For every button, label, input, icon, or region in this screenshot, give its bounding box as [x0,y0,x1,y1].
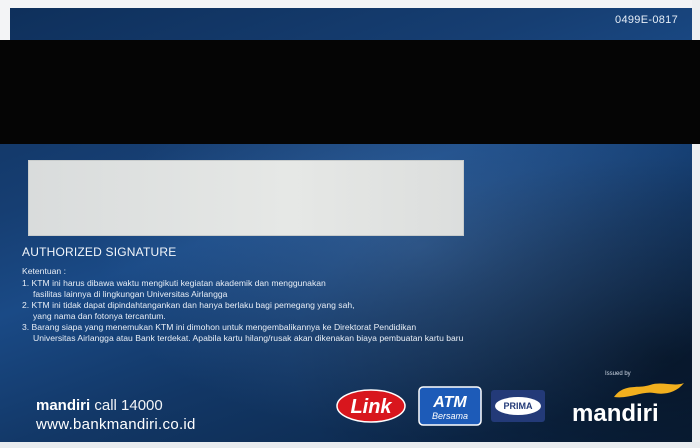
bank-url: www.bankmandiri.co.id [36,416,196,433]
terms-line: fasilitas lainnya di lingkungan Universi… [33,289,228,299]
bank-call-number: call 14000 [94,397,163,414]
card-back: 0499E-0817 AUTHORIZED SIGNATURE Ketentua… [0,0,700,448]
atm-bersama-logo: ATM Bersama [418,386,482,426]
card-code: 0499E-0817 [615,14,678,26]
terms-line: 1. KTM ini harus dibawa waktu mengikuti … [22,278,326,288]
prima-logo-text: PRIMA [504,401,534,411]
mandiri-logo: mandiri [572,383,684,427]
signature-label: AUTHORIZED SIGNATURE [22,245,177,259]
prima-logo: PRIMA [491,390,545,422]
link-logo-text: Link [350,396,392,418]
terms-line: 2. KTM ini tidak dapat dipindahtangankan… [22,300,355,310]
top-edge [0,0,700,8]
mandiri-logo-text: mandiri [572,400,659,427]
bottom-edge [0,442,700,448]
atm-logo-top-text: ATM [432,394,467,411]
bank-contact: mandiri call 14000 [36,397,163,414]
terms-line: yang nama dan fotonya tercantum. [33,311,166,321]
magnetic-stripe [0,40,700,144]
terms-heading: Ketentuan : [22,266,66,276]
terms-line: 3. Barang siapa yang menemukan KTM ini d… [22,322,417,332]
terms-block: Ketentuan : 1. KTM ini harus dibawa wakt… [22,266,612,344]
atm-logo-bottom-text: Bersama [432,411,468,421]
signature-panel [28,160,464,236]
bank-name: mandiri [36,397,91,414]
link-logo: Link [336,389,406,423]
terms-line: Universitas Airlangga atau Bank terdekat… [33,333,464,343]
